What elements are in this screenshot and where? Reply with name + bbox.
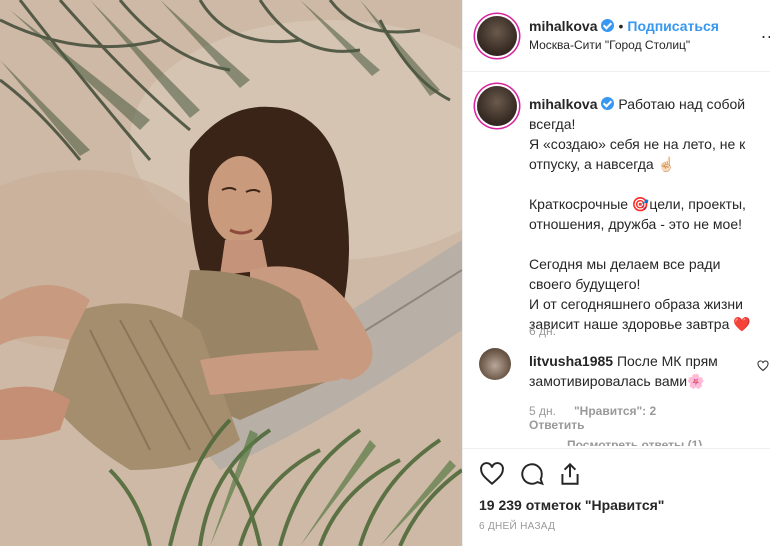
caption-text-block: mihalkova Работаю над собой всегда! Я «с… [529,94,765,334]
author-avatar[interactable] [477,16,517,56]
share-icon[interactable] [557,461,583,487]
comment-likes-count[interactable]: "Нравится": 2 [574,404,656,418]
photo-illustration [0,0,462,546]
caption-time[interactable]: 6 дн. [529,324,556,338]
separator-dot: • [618,18,624,34]
comment-time[interactable]: 5 дн. [529,404,556,418]
comment-meta: 5 дн. "Нравится": 2 [529,404,656,418]
post-sidebar: mihalkova • Подписаться Москва-Сити "Город… [462,0,770,546]
verified-badge-icon [601,97,615,110]
more-options-icon[interactable]: ... [761,22,770,43]
author-username[interactable]: mihalkova [529,18,597,34]
caption-text: Работаю над собой всегда! Я «создаю» себ… [529,96,751,332]
heart-icon[interactable] [479,461,505,487]
post-location[interactable]: Москва-Сити "Город Столиц" [529,38,690,52]
follow-button[interactable]: Подписаться [627,18,719,34]
commenter-username[interactable]: litvusha1985 [529,353,613,369]
post-photo[interactable] [0,0,462,546]
view-replies-button[interactable]: Посмотреть ответы (1) [567,438,702,446]
comment-like-heart-icon[interactable] [757,360,769,372]
more-options-label: ... [761,22,770,42]
comment-text-block: litvusha1985 После МК прям замотивировал… [529,351,749,391]
post-actions: 19 239 отметок "Нравится" 6 ДНЕЙ НАЗАД [463,448,770,546]
caption-author-avatar[interactable] [477,86,517,126]
post-header: mihalkova • Подписаться Москва-Сити "Город… [463,0,770,72]
header-top-row: mihalkova • Подписаться [529,18,719,34]
post-age[interactable]: 6 ДНЕЙ НАЗАД [479,521,555,532]
reply-button[interactable]: Ответить [529,418,584,432]
commenter-avatar[interactable] [479,348,511,380]
caption-username[interactable]: mihalkova [529,96,597,112]
likes-count[interactable]: 19 239 отметок "Нравится" [479,497,664,513]
verified-badge-icon [601,19,615,32]
comment-icon[interactable] [519,461,545,487]
